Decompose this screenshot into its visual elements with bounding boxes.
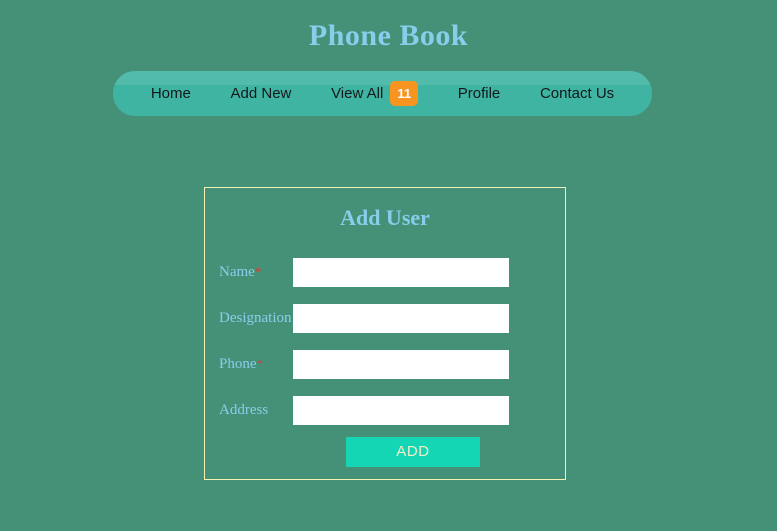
required-asterisk: * xyxy=(254,264,262,279)
designation-label-text: Designation xyxy=(219,310,292,326)
phone-label-text: Phone xyxy=(219,356,257,372)
add-user-form: Name* Designation Phone* Address ADD xyxy=(205,249,565,467)
nav-item-label: Home xyxy=(150,85,191,102)
name-input[interactable] xyxy=(293,257,509,287)
address-input[interactable] xyxy=(293,395,509,425)
nav-item-label: Add New xyxy=(230,85,292,102)
name-label: Name* xyxy=(219,263,293,281)
nav-item-profile[interactable]: Profile xyxy=(456,82,503,105)
address-label: Address xyxy=(219,401,293,419)
nav-item-label: Profile xyxy=(457,85,501,102)
nav-item-label: Contact Us xyxy=(539,85,615,102)
nav-item-label: View All xyxy=(331,85,384,102)
view-all-count-badge: 11 xyxy=(390,81,419,106)
add-button[interactable]: ADD xyxy=(346,437,480,467)
form-row-designation: Designation xyxy=(205,295,565,341)
add-user-card: Add User Name* Designation Phone* Addres… xyxy=(204,187,566,480)
address-label-text: Address xyxy=(219,402,269,418)
nav-item-add-new[interactable]: Add New xyxy=(229,82,294,105)
designation-label: Designation xyxy=(219,309,293,327)
nav-list: Home Add New View All 11 Profile Contact… xyxy=(113,71,652,116)
form-row-phone: Phone* xyxy=(205,341,565,387)
required-asterisk: * xyxy=(256,356,264,371)
name-label-text: Name xyxy=(219,264,255,280)
add-user-heading: Add User xyxy=(340,205,430,230)
main-navbar: Home Add New View All 11 Profile Contact… xyxy=(113,71,652,116)
phone-label: Phone* xyxy=(219,355,293,373)
designation-input[interactable] xyxy=(293,303,509,333)
form-actions: ADD xyxy=(205,437,565,467)
phone-input[interactable] xyxy=(293,349,509,379)
nav-item-home[interactable]: Home xyxy=(149,82,193,105)
form-row-name: Name* xyxy=(205,249,565,295)
nav-item-contact-us[interactable]: Contact Us xyxy=(538,82,616,105)
page-title: Phone Book xyxy=(308,19,469,52)
nav-item-view-all[interactable]: View All 11 xyxy=(329,78,420,109)
form-row-address: Address xyxy=(205,387,565,433)
